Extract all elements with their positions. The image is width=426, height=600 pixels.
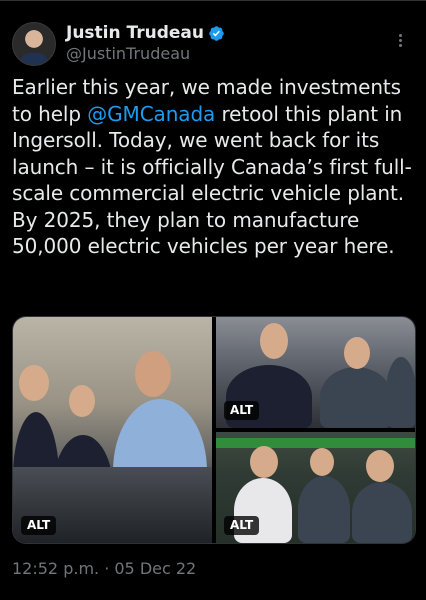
mention-link[interactable]: @GMCanada xyxy=(87,102,215,126)
media-grid: ALT ALT ALT xyxy=(12,316,416,544)
verified-badge-icon xyxy=(208,25,225,42)
display-name[interactable]: Justin Trudeau xyxy=(66,22,204,44)
avatar[interactable] xyxy=(12,22,56,66)
author-handle[interactable]: @JustinTrudeau xyxy=(66,44,190,64)
photo-2[interactable]: ALT xyxy=(216,317,415,428)
photo-1[interactable]: ALT xyxy=(13,317,212,543)
top-divider xyxy=(0,0,426,1)
tweet-header: Justin Trudeau @JustinTrudeau xyxy=(12,22,414,70)
alt-badge[interactable]: ALT xyxy=(21,516,57,535)
timestamp[interactable]: 12:52 p.m. · 05 Dec 22 xyxy=(12,559,196,579)
photo-3[interactable]: ALT xyxy=(216,432,415,543)
name-row: Justin Trudeau xyxy=(66,22,225,44)
alt-badge[interactable]: ALT xyxy=(224,401,260,420)
tweet-text: Earlier this year, we made investments t… xyxy=(12,74,416,260)
more-options-icon[interactable] xyxy=(390,30,410,50)
alt-badge[interactable]: ALT xyxy=(224,516,260,535)
